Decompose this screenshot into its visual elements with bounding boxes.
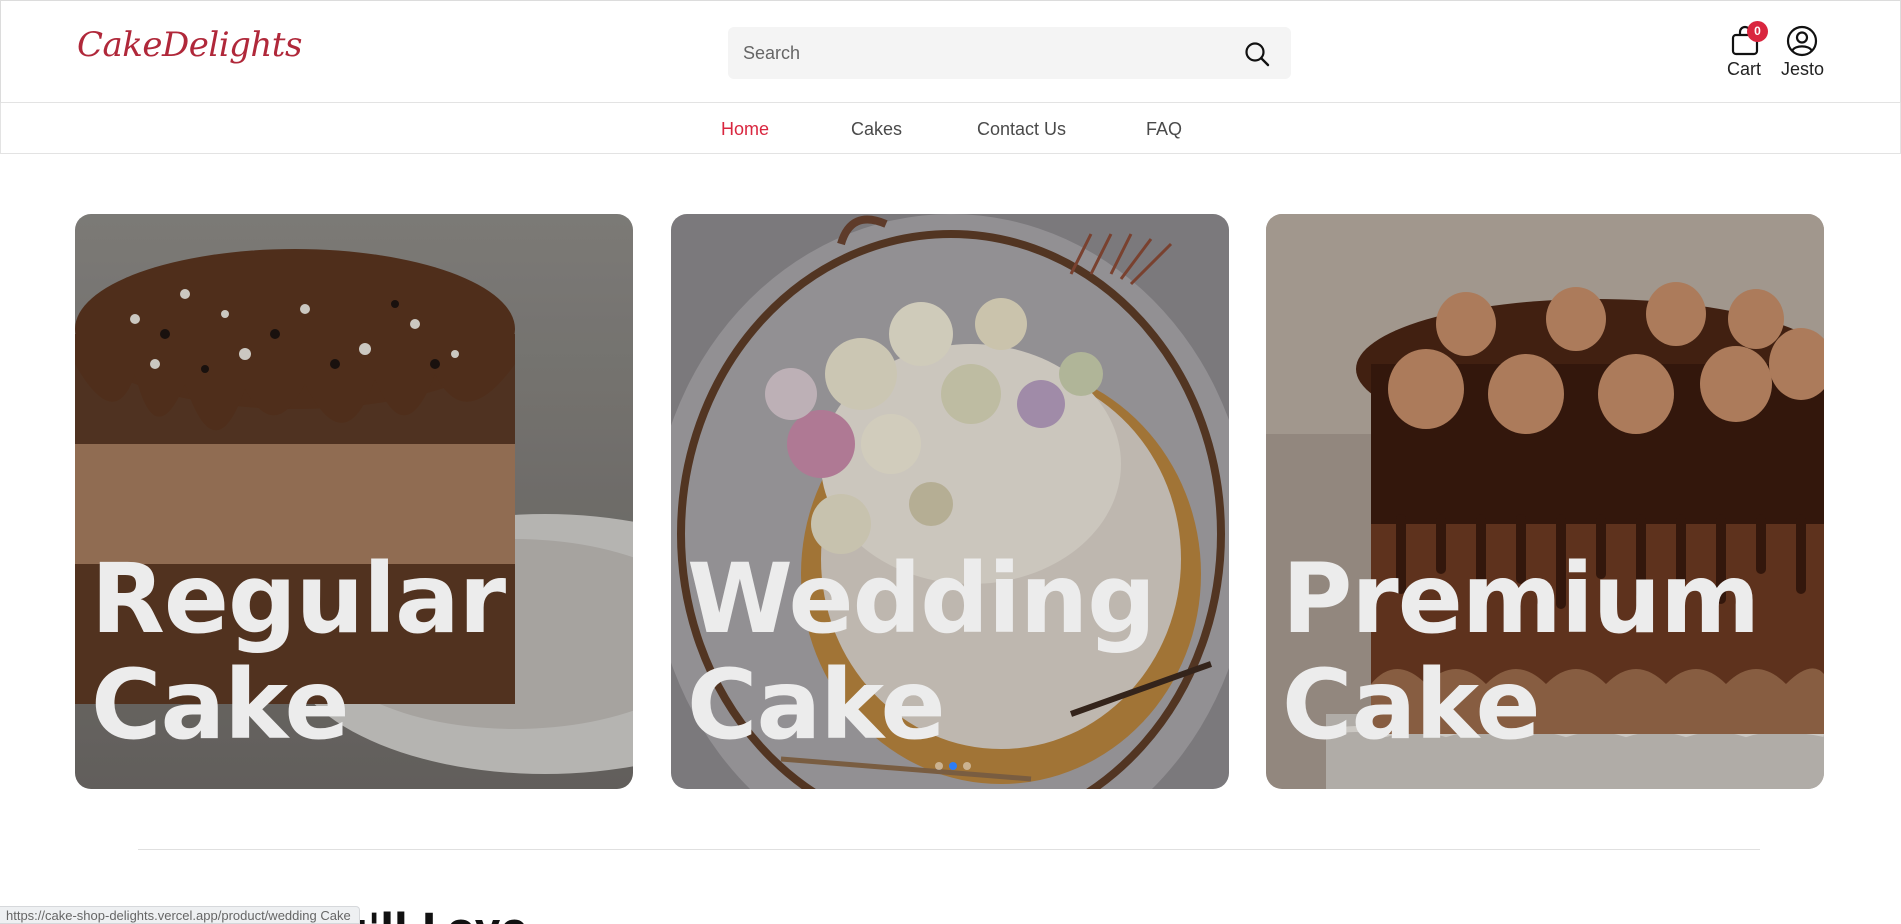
category-title: Regular Cake — [91, 543, 506, 761]
nav-item-faq[interactable]: FAQ — [1146, 119, 1182, 140]
nav-item-contact-us[interactable]: Contact Us — [977, 119, 1066, 140]
carousel-dot[interactable] — [963, 762, 971, 770]
logo[interactable]: CakeDelights — [77, 25, 302, 65]
user-name: Jesto — [1781, 59, 1825, 79]
carousel-dots — [935, 762, 975, 770]
category-card-regular[interactable]: Regular Cake — [75, 214, 633, 789]
cart-button[interactable]: 0 Cart — [1723, 21, 1768, 81]
main-nav: Home Cakes Contact Us FAQ — [0, 103, 1901, 154]
search-icon[interactable] — [1243, 40, 1271, 68]
site-header: CakeDelights 0 Cart Jesto — [0, 0, 1901, 103]
category-card-wedding[interactable]: Wedding Cake — [671, 214, 1229, 789]
cart-label: Cart — [1727, 59, 1762, 79]
category-title: Wedding Cake — [687, 543, 1156, 761]
search-bar[interactable] — [728, 27, 1291, 79]
section-divider — [138, 849, 1760, 850]
category-card-premium[interactable]: Premium Cake — [1266, 214, 1824, 789]
link-status-bar: https://cake-shop-delights.vercel.app/pr… — [0, 906, 360, 924]
user-account-button[interactable]: Jesto — [1779, 21, 1827, 81]
search-input[interactable] — [728, 27, 1291, 79]
carousel-dot[interactable] — [935, 762, 943, 770]
user-circle-icon — [1786, 25, 1818, 57]
carousel-dot-active[interactable] — [949, 762, 957, 770]
nav-item-cakes[interactable]: Cakes — [851, 119, 902, 140]
nav-item-home[interactable]: Home — [721, 119, 769, 140]
cart-count-badge: 0 — [1747, 21, 1768, 42]
category-title: Premium Cake — [1282, 543, 1760, 761]
